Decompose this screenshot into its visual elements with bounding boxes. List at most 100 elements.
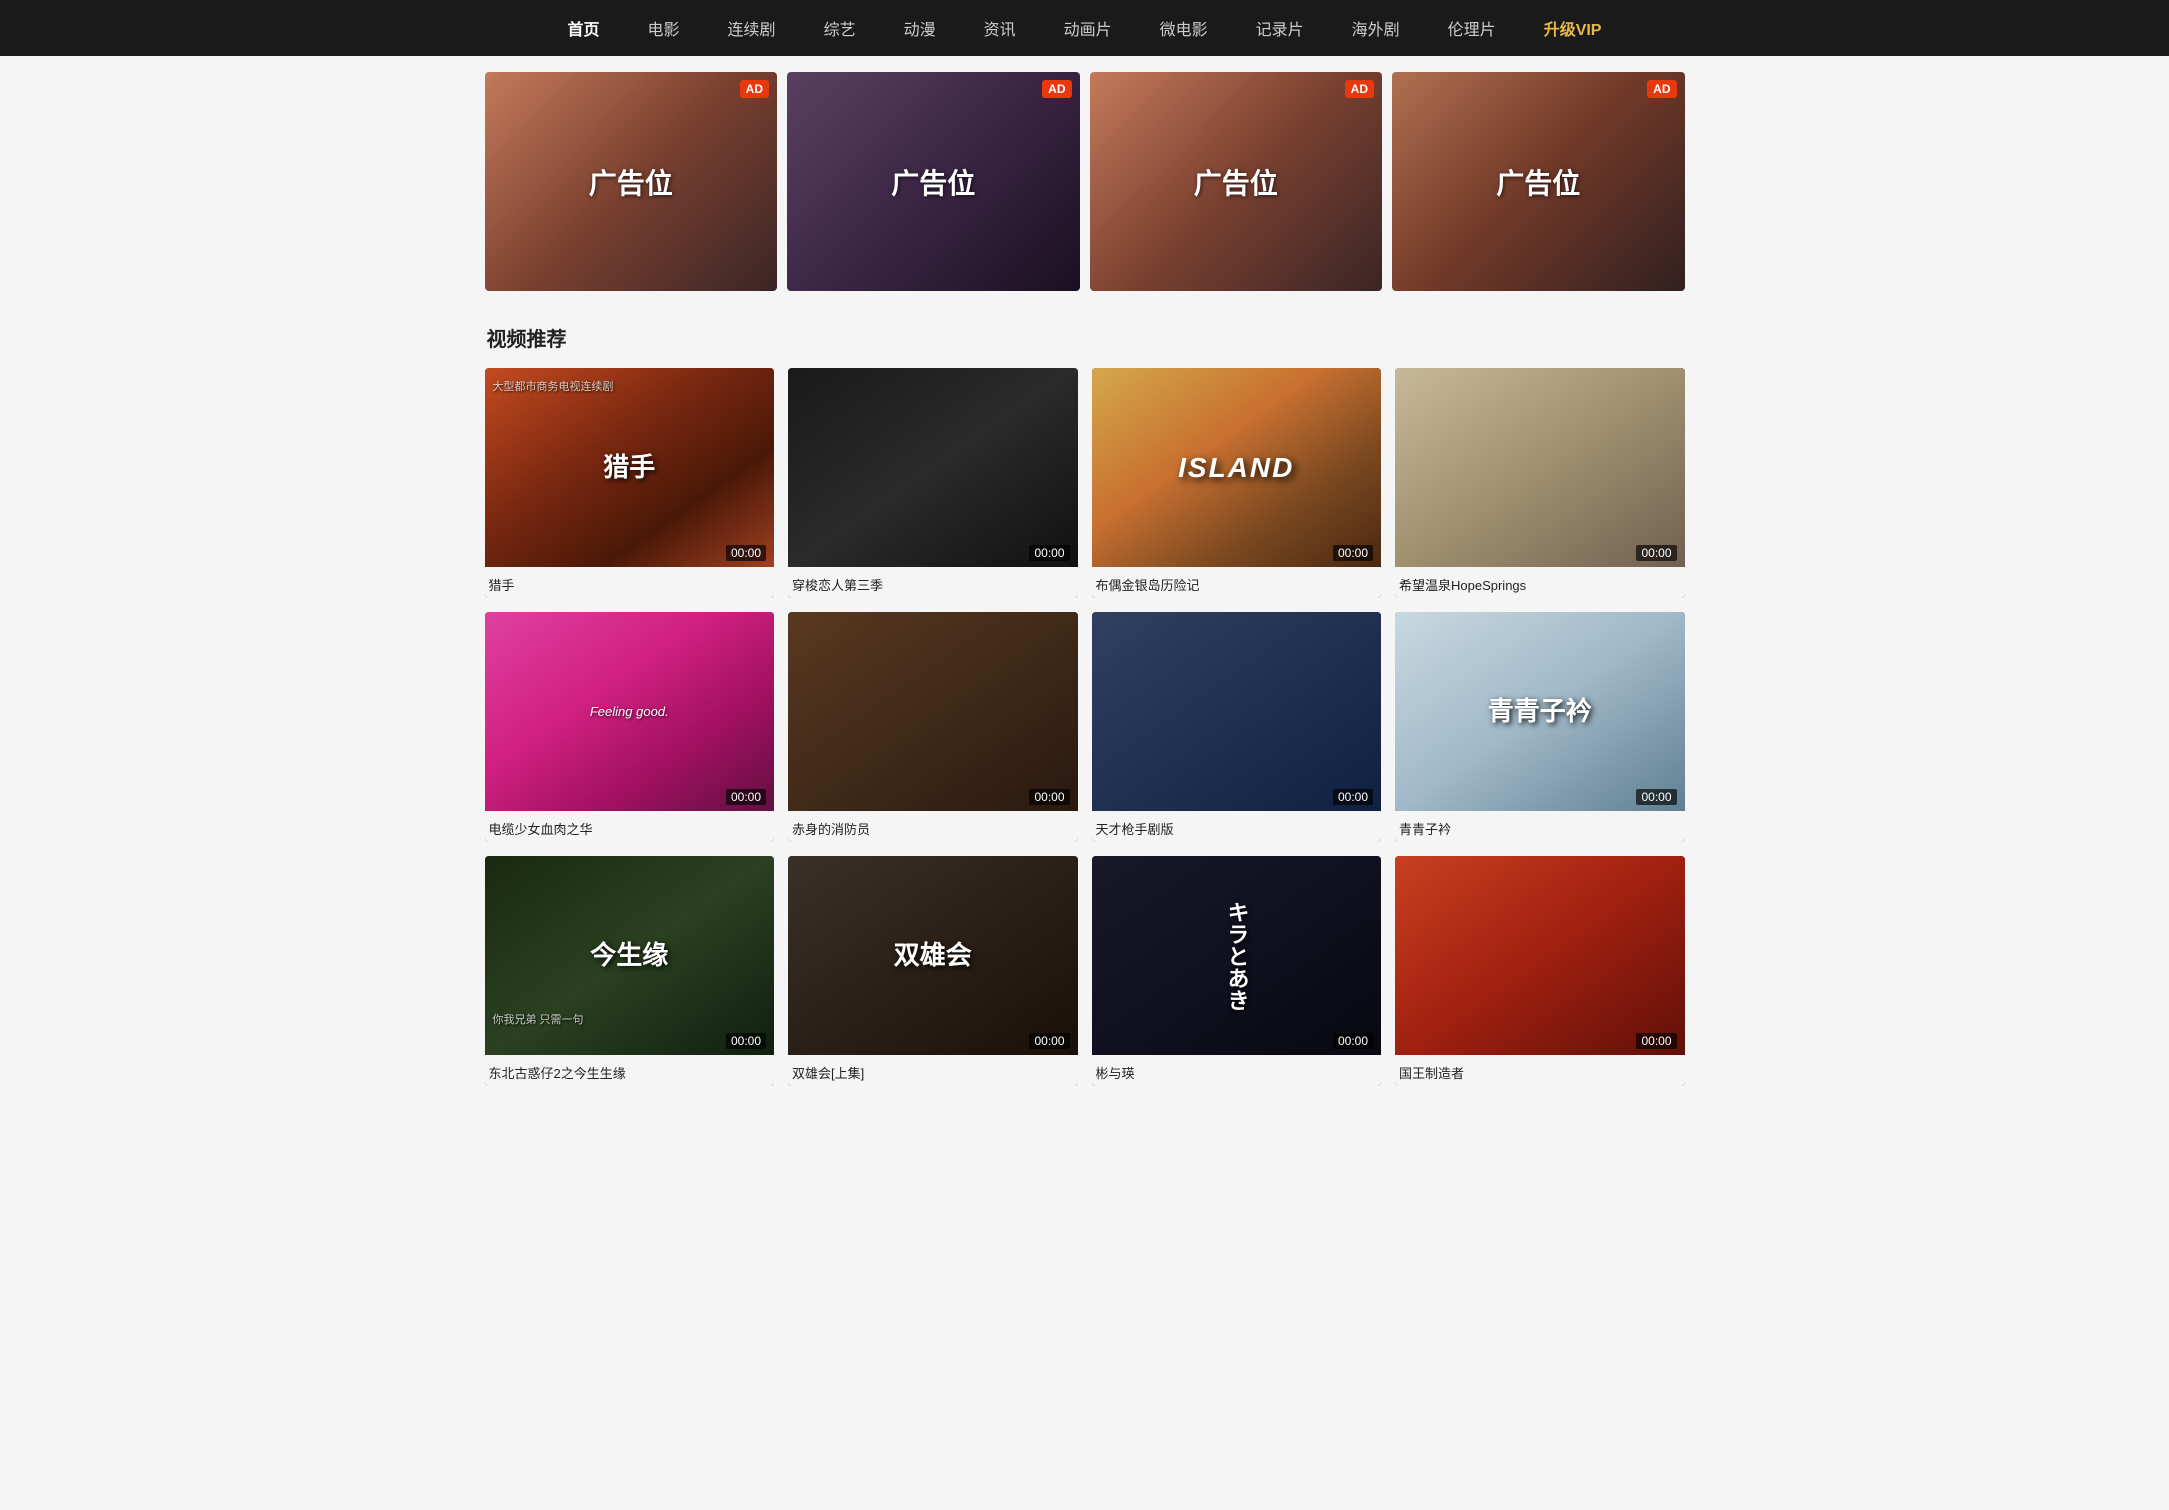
duration-badge-v7: 00:00 [1333,789,1373,805]
video-thumb-v11: キラとあき 00:00 [1092,856,1382,1055]
nav-link-home[interactable]: 首页 [568,22,600,39]
duration-badge-v2: 00:00 [1029,545,1069,561]
thumb-bg-v7 [1092,612,1382,811]
nav-link-vip[interactable]: 升级VIP [1544,22,1602,39]
nav-link-anime[interactable]: 动漫 [904,22,936,39]
nav-link-movie[interactable]: 电影 [648,22,680,39]
video-card-v8[interactable]: 青青子衿00:00青青子衿 [1395,612,1685,842]
nav-link-adult[interactable]: 伦理片 [1448,22,1496,39]
thumb-text-en-v3: ISLAND [1178,452,1294,484]
duration-badge-v10: 00:00 [1029,1033,1069,1049]
video-thumb-v1: 猎手 大型都市商务电视连续剧 00:00 [485,368,775,567]
video-title-v2: 穿梭恋人第三季 [788,567,1078,598]
video-card-v10[interactable]: 双雄会 00:00 双雄会[上集] [788,856,1078,1086]
ad-label-3: 广告位 [1194,162,1278,202]
nav-item-anime[interactable]: 动漫 [904,16,936,40]
thumb-text-zh-v10: 双雄会 [894,940,972,971]
thumb-overlay-v5: Feeling good. [485,612,775,811]
thumb-text-en-v5: Feeling good. [590,704,669,719]
nav-item-drama[interactable]: 连续剧 [728,16,776,40]
video-title-v9: 东北古惑仔2之今生生缘 [485,1055,775,1086]
ad-badge-3: AD [1345,80,1374,98]
video-card-v1[interactable]: 猎手 大型都市商务电视连续剧 00:00猎手 [485,368,775,598]
nav-item-short[interactable]: 微电影 [1160,16,1208,40]
nav-item-home[interactable]: 首页 [568,16,600,40]
nav-link-news[interactable]: 资讯 [984,22,1016,39]
thumb-overlay-v1: 猎手 [485,368,775,567]
nav-item-cartoon[interactable]: 动画片 [1064,16,1112,40]
video-card-v5[interactable]: Feeling good. 00:00 电缆少女血肉之华 [485,612,775,842]
duration-badge-v4: 00:00 [1636,545,1676,561]
ad-card-4[interactable]: 广告位AD [1392,72,1685,291]
nav-link-variety[interactable]: 综艺 [824,22,856,39]
nav-link-overseas[interactable]: 海外剧 [1352,22,1400,39]
thumb-bg-v6 [788,612,1078,811]
video-thumb-v8: 青青子衿00:00 [1395,612,1685,811]
video-title-v7: 天才枪手剧版 [1092,811,1382,842]
video-thumb-v5: Feeling good. 00:00 [485,612,775,811]
duration-badge-v5: 00:00 [726,789,766,805]
nav-item-doc[interactable]: 记录片 [1256,16,1304,40]
video-title-v10: 双雄会[上集] [788,1055,1078,1086]
video-thumb-v9: 今生缘你我兄弟 只需一句00:00 [485,856,775,1055]
nav-item-news[interactable]: 资讯 [984,16,1016,40]
thumb-subtext-v1: 大型都市商务电视连续剧 [493,378,614,394]
duration-badge-v11: 00:00 [1333,1033,1373,1049]
nav-item-variety[interactable]: 综艺 [824,16,856,40]
nav-item-adult[interactable]: 伦理片 [1448,16,1496,40]
video-card-v9[interactable]: 今生缘你我兄弟 只需一句00:00东北古惑仔2之今生生缘 [485,856,775,1086]
thumb-bg-v4 [1395,368,1685,567]
video-thumb-v2: 00:00 [788,368,1078,567]
nav-link-cartoon[interactable]: 动画片 [1064,22,1112,39]
video-title-v5: 电缆少女血肉之华 [485,811,775,842]
video-title-v3: 布偶金银岛历险记 [1092,567,1382,598]
video-grid: 猎手大型都市商务电视连续剧00:00猎手00:00穿梭恋人第三季ISLAND00… [485,368,1685,1086]
video-title-v11: 彬与瑛 [1092,1055,1382,1086]
ad-label-2: 广告位 [891,162,975,202]
duration-badge-v8: 00:00 [1636,789,1676,805]
video-thumb-v4: 00:00 [1395,368,1685,567]
video-card-v2[interactable]: 00:00 穿梭恋人第三季 [788,368,1078,598]
thumb-overlay-v10: 双雄会 [788,856,1078,1055]
video-card-v3[interactable]: ISLAND 00:00 布偶金银岛历险记 [1092,368,1382,598]
navbar: 首页 电影 连续剧 综艺 动漫 资讯 动画片 微电影 记录片 海外剧 伦理片 升级VIP [0,0,2169,56]
section-title: 视频推荐 [485,323,1685,352]
video-thumb-v7: 00:00 [1092,612,1382,811]
thumb-overlay-v11: キラとあき [1092,856,1382,1055]
ad-badge-4: AD [1647,80,1676,98]
thumb-overlay-v3: ISLAND [1092,368,1382,567]
ad-card-3[interactable]: 广告位 AD [1090,72,1383,291]
video-card-v4[interactable]: 00:00 希望温泉HopeSprings [1395,368,1685,598]
ad-row: 广告位AD广告位AD广告位AD广告位AD [485,72,1685,291]
nav-link-drama[interactable]: 连续剧 [728,22,776,39]
video-thumb-v6: 00:00 [788,612,1078,811]
nav-link-short[interactable]: 微电影 [1160,22,1208,39]
video-card-v11[interactable]: キラとあき 00:00 彬与瑛 [1092,856,1382,1086]
duration-badge-v3: 00:00 [1333,545,1373,561]
video-card-v7[interactable]: 00:00 天才枪手剧版 [1092,612,1382,842]
video-thumb-v3: ISLAND 00:00 [1092,368,1382,567]
ad-badge-1: AD [740,80,769,98]
thumb-overlay-v8: 青青子衿 [1395,612,1685,811]
video-title-v12: 国王制造者 [1395,1055,1685,1086]
nav-link-doc[interactable]: 记录片 [1256,22,1304,39]
duration-badge-v1: 00:00 [726,545,766,561]
video-card-v6[interactable]: 00:00赤身的消防员 [788,612,1078,842]
duration-badge-v12: 00:00 [1636,1033,1676,1049]
video-title-v6: 赤身的消防员 [788,811,1078,842]
ad-card-1[interactable]: 广告位 AD [485,72,778,291]
video-thumb-v12: 00:00 [1395,856,1685,1055]
video-title-v4: 希望温泉HopeSprings [1395,567,1685,598]
nav-item-vip[interactable]: 升级VIP [1544,16,1602,40]
duration-badge-v9: 00:00 [726,1033,766,1049]
video-card-v12[interactable]: 00:00 国王制造者 [1395,856,1685,1086]
nav-item-movie[interactable]: 电影 [648,16,680,40]
thumb-bg-v12 [1395,856,1685,1055]
nav-item-overseas[interactable]: 海外剧 [1352,16,1400,40]
ad-label-1: 广告位 [589,162,673,202]
thumb-text-zh-v1: 猎手 [603,452,655,483]
thumb-text-ja-v11: キラとあき [1222,901,1251,1011]
ad-badge-2: AD [1042,80,1071,98]
ad-card-2[interactable]: 广告位 AD [787,72,1080,291]
ad-bg-2: 广告位 [787,72,1080,291]
